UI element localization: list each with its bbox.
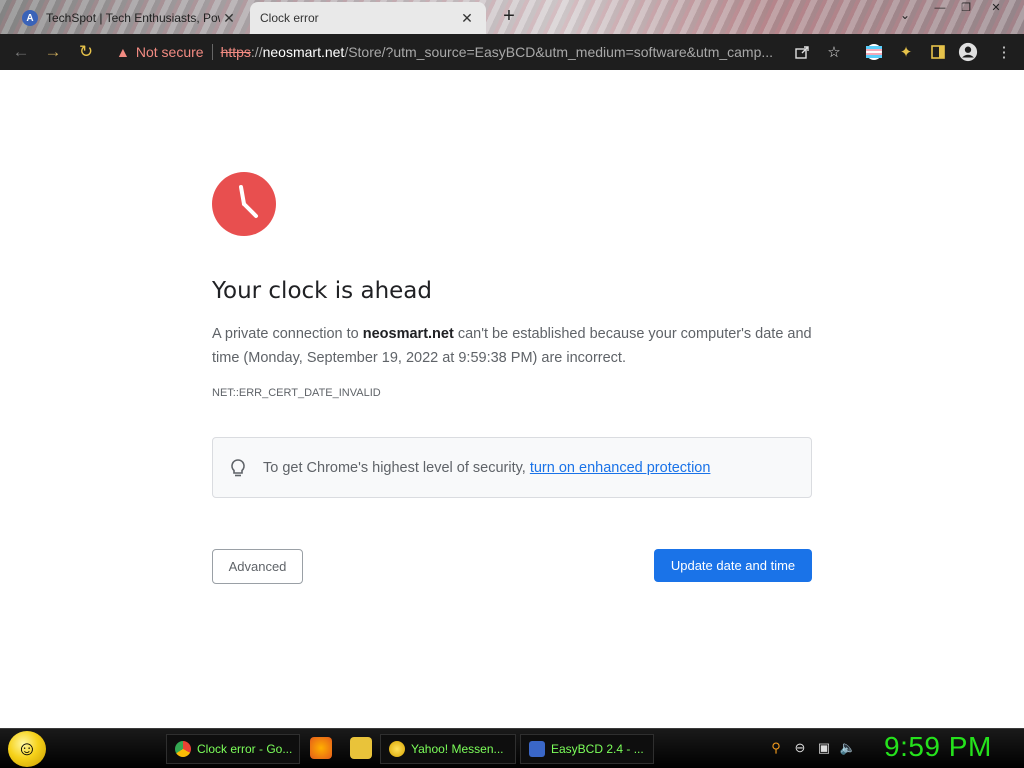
url-scheme-separator: :// bbox=[250, 44, 263, 60]
file-explorer-icon[interactable] bbox=[350, 737, 372, 759]
url-domain: neosmart.net bbox=[262, 44, 345, 60]
network-icon[interactable]: ▣ bbox=[814, 738, 834, 758]
security-chip[interactable]: Not secure bbox=[136, 44, 204, 60]
interstitial-page: Your clock is ahead A private connection… bbox=[0, 70, 1024, 728]
tab-clock-error[interactable]: Clock error ✕ bbox=[250, 2, 486, 34]
side-panel-icon[interactable] bbox=[928, 42, 948, 62]
share-icon[interactable] bbox=[792, 42, 812, 62]
description-text: A private connection to bbox=[212, 326, 363, 342]
back-icon[interactable]: ← bbox=[10, 41, 32, 63]
enhanced-protection-link[interactable]: turn on enhanced protection bbox=[530, 460, 711, 476]
tip-text: To get Chrome's highest level of securit… bbox=[263, 459, 526, 476]
browser-toolbar: ← → ↻ ▲ Not secure https :// neosmart.ne… bbox=[0, 34, 1024, 70]
taskbar-item-easybcd[interactable]: EasyBCD 2.4 - ... bbox=[520, 734, 654, 764]
reload-icon[interactable]: ↻ bbox=[75, 41, 97, 63]
techspot-favicon-icon: A bbox=[22, 10, 38, 26]
bookmark-star-icon[interactable]: ☆ bbox=[824, 42, 844, 62]
menu-kebab-icon[interactable]: ⋮ bbox=[994, 42, 1014, 62]
url-path: /Store/?utm_source=EasyBCD&utm_medium=so… bbox=[344, 44, 774, 60]
address-bar[interactable]: ▲ Not secure https :// neosmart.net /Sto… bbox=[110, 39, 850, 65]
tab-close-icon[interactable]: ✕ bbox=[458, 9, 476, 27]
clock-icon bbox=[212, 172, 276, 236]
divider bbox=[211, 44, 213, 60]
yahoo-messenger-icon bbox=[389, 741, 405, 757]
profile-flag-icon[interactable] bbox=[864, 42, 884, 62]
extensions-puzzle-icon[interactable]: ✦ bbox=[896, 42, 916, 62]
error-code[interactable]: NET::ERR_CERT_DATE_INVALID bbox=[212, 387, 381, 399]
description-domain: neosmart.net bbox=[362, 326, 454, 342]
window-close-button[interactable]: ✕ bbox=[984, 0, 1008, 18]
enhanced-protection-tip: To get Chrome's highest level of securit… bbox=[212, 437, 812, 498]
start-button-smiley-icon[interactable]: ☺ bbox=[8, 731, 46, 767]
profile-avatar-icon[interactable] bbox=[958, 42, 978, 62]
volume-icon[interactable]: 🔈 bbox=[838, 738, 858, 758]
update-date-time-button[interactable]: Update date and time bbox=[654, 549, 812, 582]
easybcd-icon bbox=[529, 741, 545, 757]
tab-title: Clock error bbox=[260, 11, 319, 25]
firefox-icon[interactable] bbox=[310, 737, 332, 759]
tab-close-icon[interactable]: ✕ bbox=[220, 9, 238, 27]
warning-icon[interactable]: ▲ bbox=[116, 44, 130, 60]
tab-strip: A TechSpot | Tech Enthusiasts, Pow ✕ Clo… bbox=[0, 0, 1024, 34]
search-icon[interactable]: ⚲ bbox=[766, 738, 786, 758]
taskbar-item-yahoo-messenger[interactable]: Yahoo! Messen... bbox=[380, 734, 516, 764]
taskbar-item-label: Yahoo! Messen... bbox=[411, 742, 504, 756]
minimize-button[interactable]: — bbox=[928, 0, 952, 18]
tab-techspot[interactable]: A TechSpot | Tech Enthusiasts, Pow ✕ bbox=[12, 2, 248, 34]
forward-icon[interactable]: → bbox=[42, 41, 64, 63]
new-tab-button[interactable]: + bbox=[498, 6, 520, 28]
url-scheme: https bbox=[220, 44, 251, 60]
taskbar-item-chrome[interactable]: Clock error - Go... bbox=[166, 734, 300, 764]
tab-title: TechSpot | Tech Enthusiasts, Pow bbox=[46, 11, 220, 25]
taskbar: ☺ Clock error - Go... Yahoo! Messen... E… bbox=[0, 728, 1024, 768]
advanced-button[interactable]: Advanced bbox=[212, 549, 303, 584]
page-title: Your clock is ahead bbox=[212, 278, 432, 304]
taskbar-item-label: EasyBCD 2.4 - ... bbox=[551, 742, 644, 756]
error-description: A private connection to neosmart.net can… bbox=[212, 322, 812, 370]
taskbar-clock[interactable]: 9:59 PM bbox=[884, 731, 992, 763]
lightbulb-icon bbox=[231, 458, 245, 476]
chrome-icon bbox=[175, 741, 191, 757]
taskbar-item-label: Clock error - Go... bbox=[197, 742, 293, 756]
tab-search-icon[interactable]: ⌄ bbox=[896, 8, 914, 26]
status-circle-icon[interactable]: ⊖ bbox=[790, 738, 810, 758]
maximize-button[interactable]: ❐ bbox=[954, 0, 978, 18]
